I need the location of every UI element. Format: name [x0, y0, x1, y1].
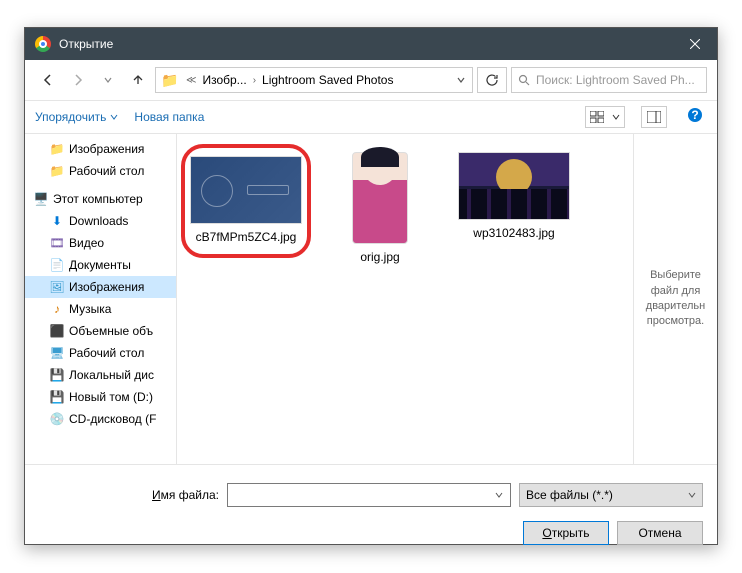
chevron-icon: ≪: [184, 75, 198, 86]
tree-item-label: CD-дисковод (F: [69, 412, 156, 426]
file-open-dialog: Открытие 📁 ≪ Изобр... › Lightroom Saved …: [24, 27, 718, 545]
filename-label: Имя файла:: [39, 488, 219, 502]
file-type-filter[interactable]: Все файлы (*.*): [519, 483, 703, 507]
tree-item-label: Рабочий стол: [69, 346, 144, 360]
tree-item-3d[interactable]: ⬛Объемные объ: [25, 320, 176, 342]
file-list[interactable]: cB7fMPm5ZC4.jpg orig.jpg wp3102483.jpg: [177, 134, 633, 464]
file-name: wp3102483.jpg: [473, 226, 554, 242]
up-button[interactable]: [125, 67, 151, 93]
tree-item-label: Этот компьютер: [53, 192, 143, 206]
preview-icon: [647, 111, 661, 123]
help-button[interactable]: ?: [683, 107, 707, 128]
tree-item-disk[interactable]: 💾Локальный дис: [25, 364, 176, 386]
svg-text:?: ?: [691, 108, 698, 122]
filename-input[interactable]: [227, 483, 511, 507]
search-icon: [518, 74, 530, 86]
chrome-icon: [35, 36, 51, 52]
preview-placeholder: Выберите файл для дварительн просмотра.: [642, 268, 709, 330]
tree-item-folder[interactable]: 📁Рабочий стол: [25, 160, 176, 182]
tree-item-disk[interactable]: 💾Новый том (D:): [25, 386, 176, 408]
tree-item-vid[interactable]: 🎞Видео: [25, 232, 176, 254]
tree-item-label: Локальный дис: [69, 368, 154, 382]
file-item[interactable]: orig.jpg: [319, 148, 441, 270]
thumbnails-icon: [590, 111, 604, 123]
close-button[interactable]: [672, 28, 717, 60]
tree-item-label: Видео: [69, 236, 104, 250]
crumb-dropdown[interactable]: [450, 75, 472, 85]
refresh-button[interactable]: [477, 67, 507, 93]
dialog-body: 📁Изображения📁Рабочий стол 🖥️Этот компьюте…: [25, 134, 717, 464]
search-input[interactable]: [536, 73, 700, 87]
file-thumbnail: [190, 156, 302, 224]
window-title: Открытие: [59, 37, 672, 51]
tree-item-folder[interactable]: 📁Изображения: [25, 138, 176, 160]
titlebar: Открытие: [25, 28, 717, 60]
tree-item-dl[interactable]: ⬇Downloads: [25, 210, 176, 232]
tree-item-label: Изображения: [69, 280, 144, 294]
tree-item-cd[interactable]: 💿CD-дисковод (F: [25, 408, 176, 430]
file-name: cB7fMPm5ZC4.jpg: [196, 230, 297, 246]
folder-icon: 📁: [160, 70, 180, 90]
file-thumbnail: [458, 152, 570, 220]
file-item[interactable]: wp3102483.jpg: [453, 148, 575, 246]
tree-item-mus[interactable]: ♪Музыка: [25, 298, 176, 320]
file-item[interactable]: cB7fMPm5ZC4.jpg: [185, 148, 307, 254]
chevron-down-icon: [688, 491, 696, 499]
cancel-button[interactable]: Отмена: [617, 521, 703, 545]
tree-item-desk[interactable]: 🖥Рабочий стол: [25, 342, 176, 364]
nav-row: 📁 ≪ Изобр... › Lightroom Saved Photos: [25, 60, 717, 100]
search-box[interactable]: [511, 67, 707, 93]
content-area: cB7fMPm5ZC4.jpg orig.jpg wp3102483.jpg Выб…: [177, 134, 717, 464]
tree-item-label: Документы: [69, 258, 131, 272]
tree-item-label: Изображения: [69, 142, 144, 156]
tree-item-label: Downloads: [69, 214, 128, 228]
tree-item-label: Музыка: [69, 302, 111, 316]
crumb-segment[interactable]: Изобр...: [198, 73, 250, 87]
back-button[interactable]: [35, 67, 61, 93]
chevron-down-icon: [110, 113, 118, 121]
preview-pane-button[interactable]: [641, 106, 667, 128]
nav-tree: 📁Изображения📁Рабочий стол 🖥️Этот компьюте…: [25, 134, 177, 464]
view-mode-button[interactable]: [585, 106, 625, 128]
preview-pane: Выберите файл для дварительн просмотра.: [633, 134, 717, 464]
filename-field[interactable]: [232, 484, 486, 506]
file-name: orig.jpg: [360, 250, 399, 266]
new-folder-button[interactable]: Новая папка: [134, 110, 204, 124]
chevron-down-icon: [612, 113, 620, 121]
tree-item-label: Рабочий стол: [69, 164, 144, 178]
tree-item-doc[interactable]: 📄Документы: [25, 254, 176, 276]
file-thumbnail: [352, 152, 408, 244]
tree-item-img[interactable]: 🖼Изображения: [25, 276, 176, 298]
dialog-footer: Имя файла: Все файлы (*.*) Открыть Отмен…: [25, 464, 717, 559]
recent-dropdown[interactable]: [95, 67, 121, 93]
crumb-segment[interactable]: Lightroom Saved Photos: [258, 73, 397, 87]
tree-item-label: Новый том (D:): [69, 390, 153, 404]
filename-dropdown[interactable]: [490, 486, 508, 504]
breadcrumb[interactable]: 📁 ≪ Изобр... › Lightroom Saved Photos: [155, 67, 473, 93]
forward-button[interactable]: [65, 67, 91, 93]
chevron-right-icon: ›: [251, 75, 258, 86]
organize-menu[interactable]: Упорядочить: [35, 110, 118, 124]
toolbar: Упорядочить Новая папка ?: [25, 100, 717, 134]
open-button[interactable]: Открыть: [523, 521, 609, 545]
tree-item-pc[interactable]: 🖥️Этот компьютер: [25, 188, 176, 210]
tree-item-label: Объемные объ: [69, 324, 153, 338]
